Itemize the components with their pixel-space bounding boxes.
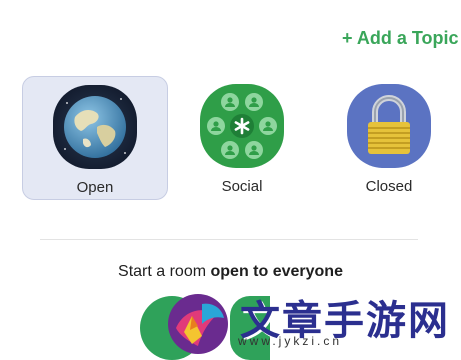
room-type-label: Open xyxy=(76,179,114,196)
room-type-label: Social xyxy=(221,178,263,195)
watermark-logo-icon xyxy=(168,294,228,354)
room-type-closed[interactable]: Closed xyxy=(316,76,461,200)
add-topic-button[interactable]: + Add a Topic xyxy=(342,28,461,49)
room-description: Start a room open to everyone xyxy=(0,263,461,281)
lock-icon xyxy=(347,84,431,168)
room-type-label: Closed xyxy=(365,178,413,195)
divider xyxy=(40,239,418,240)
globe-icon xyxy=(53,85,137,169)
room-type-social[interactable]: Social xyxy=(169,76,315,200)
watermark-url: www.jykzi.cn xyxy=(238,334,343,348)
people-icon xyxy=(200,84,284,168)
description-emphasis: open to everyone xyxy=(210,263,343,280)
watermark: 文章手游网 www.jykzi.cn xyxy=(162,284,461,357)
room-type-open[interactable]: Open xyxy=(22,76,168,200)
description-prefix: Start a room xyxy=(118,263,211,280)
